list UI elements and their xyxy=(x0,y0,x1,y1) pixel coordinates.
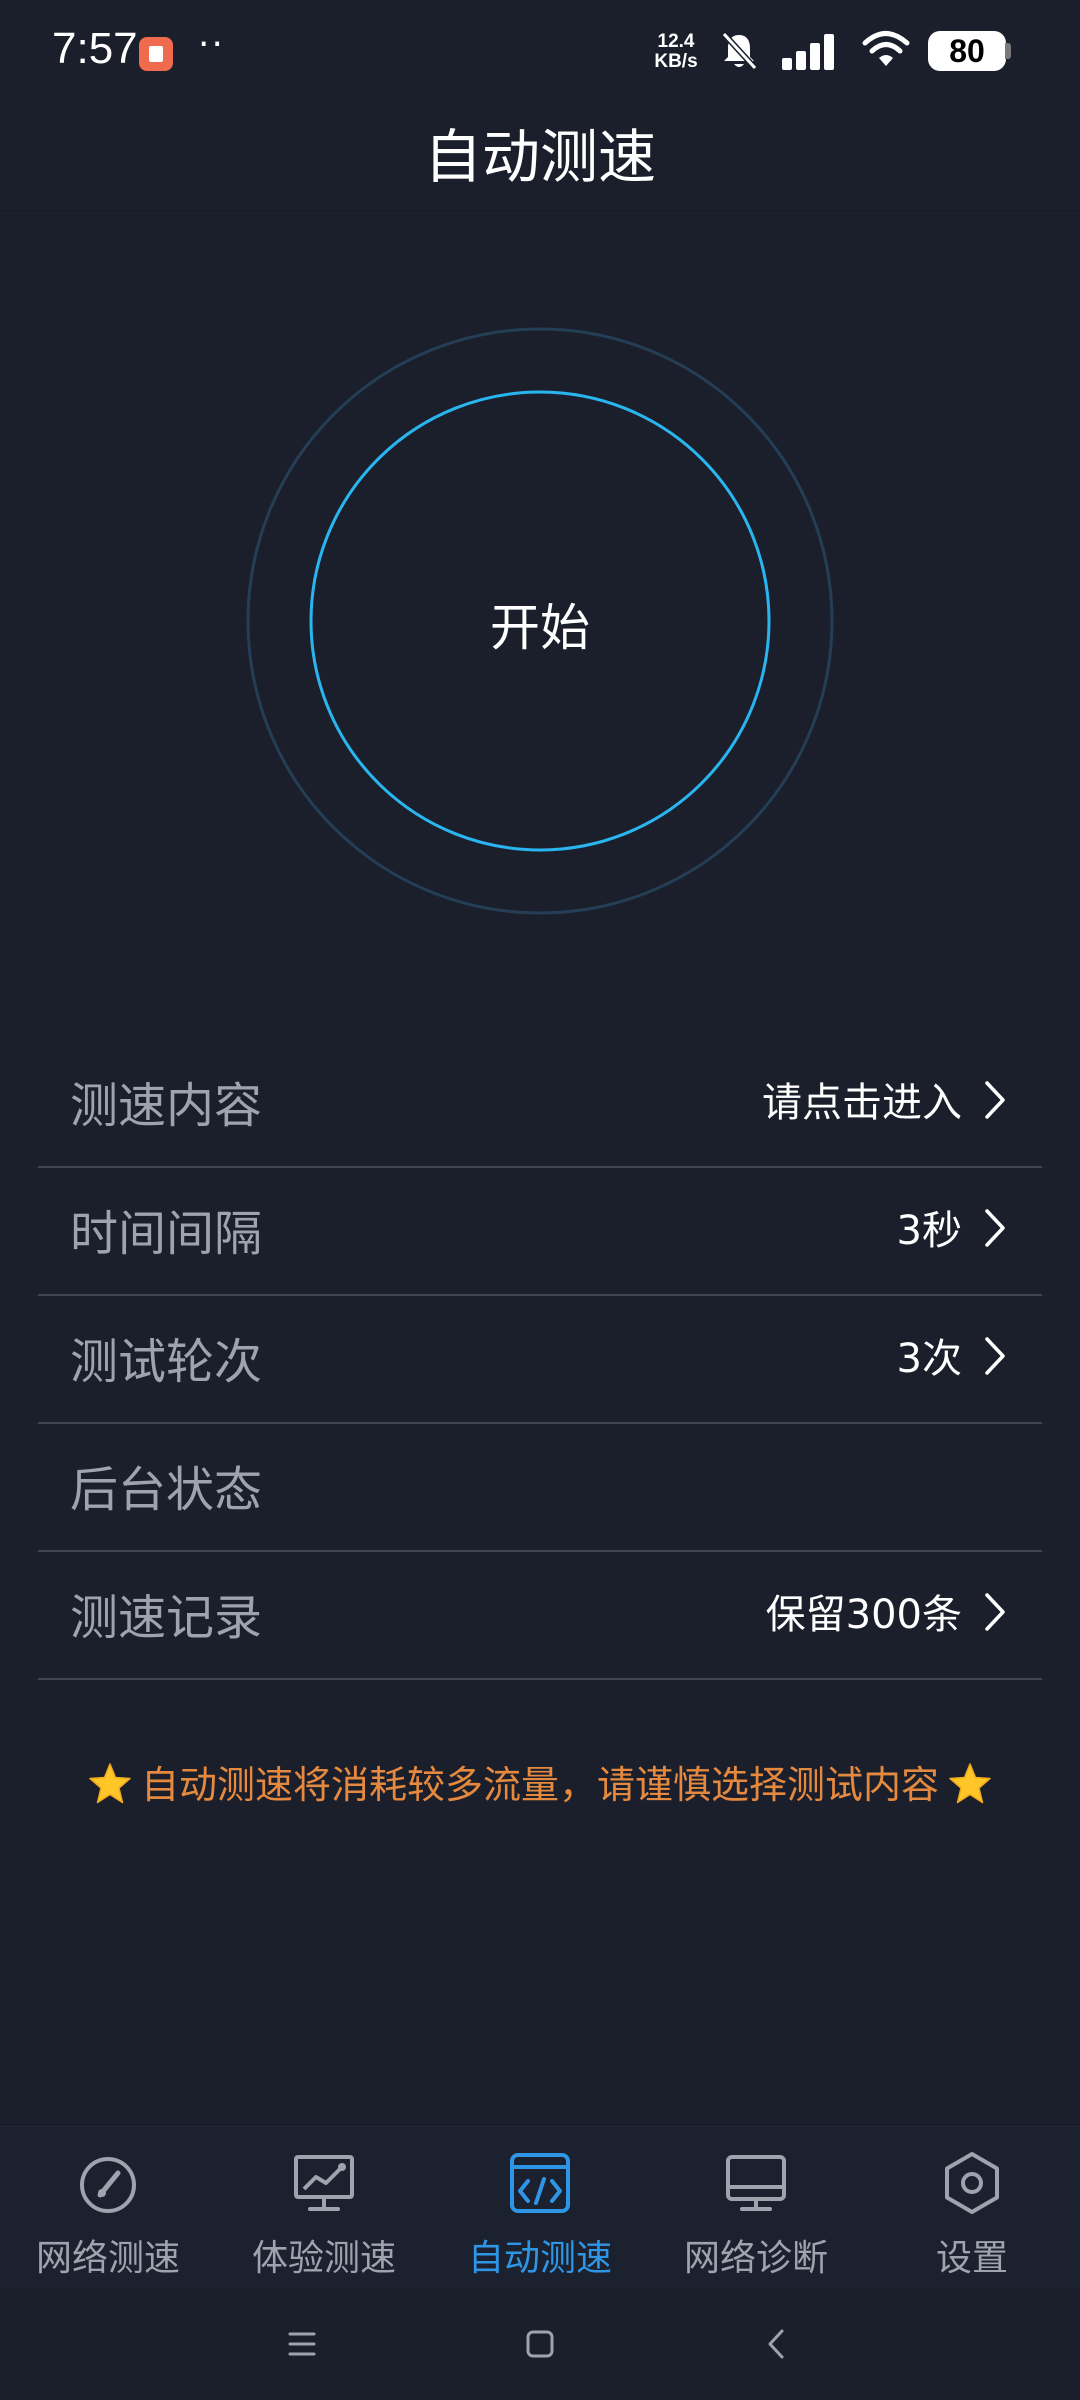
nav-tab-settings[interactable]: 设置 xyxy=(864,2141,1080,2281)
nav-label: 设置 xyxy=(935,2238,1008,2279)
setting-row-time-interval[interactable]: 时间间隔 3秒 xyxy=(38,1168,1042,1296)
star-icon xyxy=(89,1762,131,1803)
auto-speed-test-screen: 7:57 ·· 12.4 KB/s 80 自动测速 开始 测速内容 请点击进入 … xyxy=(0,0,1080,2400)
chevron-right-icon xyxy=(985,1337,1005,1375)
app-header: 自动测速 xyxy=(0,100,1080,211)
setting-label: 测速记录 xyxy=(70,1590,263,1646)
desktop-icon xyxy=(726,2155,786,2211)
back-icon[interactable] xyxy=(746,2314,806,2374)
chevron-right-icon xyxy=(985,1081,1005,1119)
start-test-button[interactable]: 开始 xyxy=(245,326,835,916)
setting-value: 请点击进入 xyxy=(762,1080,962,1126)
network-speed-unit: KB/s xyxy=(654,51,698,72)
battery-tip xyxy=(1005,43,1011,59)
chevron-right-icon xyxy=(985,1593,1005,1631)
page-title: 自动测速 xyxy=(423,123,656,191)
data-usage-warning: 自动测速将消耗较多流量，请谨慎选择测试内容 xyxy=(0,1754,1080,1811)
wifi-icon xyxy=(862,31,910,66)
status-dots: ·· xyxy=(198,24,225,65)
star-icon xyxy=(949,1762,991,1803)
setting-label: 测试轮次 xyxy=(70,1334,263,1390)
setting-value: 3次 xyxy=(896,1336,962,1382)
network-speed-indicator: 12.4 KB/s xyxy=(648,32,704,72)
system-navigation-bar xyxy=(0,2286,1080,2400)
outer-ring xyxy=(246,327,834,915)
setting-label: 后台状态 xyxy=(70,1462,263,1518)
chevron-right-icon xyxy=(985,1209,1005,1247)
setting-row-background-status[interactable]: 后台状态 xyxy=(38,1424,1042,1552)
setting-row-test-rounds[interactable]: 测试轮次 3次 xyxy=(38,1296,1042,1424)
hexagon-gear-icon xyxy=(945,2152,999,2214)
warning-text: 自动测速将消耗较多流量，请谨慎选择测试内容 xyxy=(140,1763,939,1807)
nav-tab-network-diagnosis[interactable]: 网络诊断 xyxy=(648,2141,864,2281)
speedometer-icon xyxy=(80,2157,136,2213)
menu-icon[interactable] xyxy=(272,2314,332,2374)
inner-ring xyxy=(309,390,771,852)
code-window-icon xyxy=(510,2153,570,2213)
network-speed-value: 12.4 xyxy=(657,31,695,52)
nav-label: 网络测速 xyxy=(35,2238,180,2279)
setting-value: 3秒 xyxy=(896,1208,962,1254)
nav-label: 体验测速 xyxy=(251,2238,396,2279)
settings-list: 测速内容 请点击进入 时间间隔 3秒 测试轮次 3次 后台状态 测速记录 保留3… xyxy=(38,1040,1042,1680)
nav-tab-auto-speed[interactable]: 自动测速 xyxy=(432,2141,648,2281)
setting-row-test-records[interactable]: 测速记录 保留300条 xyxy=(38,1552,1042,1680)
home-icon[interactable] xyxy=(510,2314,570,2374)
nav-tab-network-speed[interactable]: 网络测速 xyxy=(0,2141,216,2281)
setting-value: 保留300条 xyxy=(765,1592,962,1638)
setting-label: 时间间隔 xyxy=(70,1206,263,1262)
monitor-chart-icon xyxy=(294,2155,354,2211)
nav-label: 自动测速 xyxy=(467,2238,612,2279)
mute-bell-icon xyxy=(721,31,758,71)
bottom-navigation: 网络测速 体验测速 自动测速 网络诊断 设置 xyxy=(0,2126,1080,2287)
notification-app-icon xyxy=(139,37,173,71)
status-time: 7:57 xyxy=(52,24,138,73)
setting-row-test-content[interactable]: 测速内容 请点击进入 xyxy=(38,1040,1042,1168)
status-bar: 7:57 ·· 12.4 KB/s 80 xyxy=(0,0,1080,100)
setting-label: 测速内容 xyxy=(70,1078,263,1134)
battery-indicator: 80 xyxy=(928,31,1006,71)
start-rings xyxy=(246,327,834,915)
signal-strength-icon xyxy=(782,34,834,70)
nav-label: 网络诊断 xyxy=(683,2238,828,2279)
nav-tab-experience-speed[interactable]: 体验测速 xyxy=(216,2141,432,2281)
